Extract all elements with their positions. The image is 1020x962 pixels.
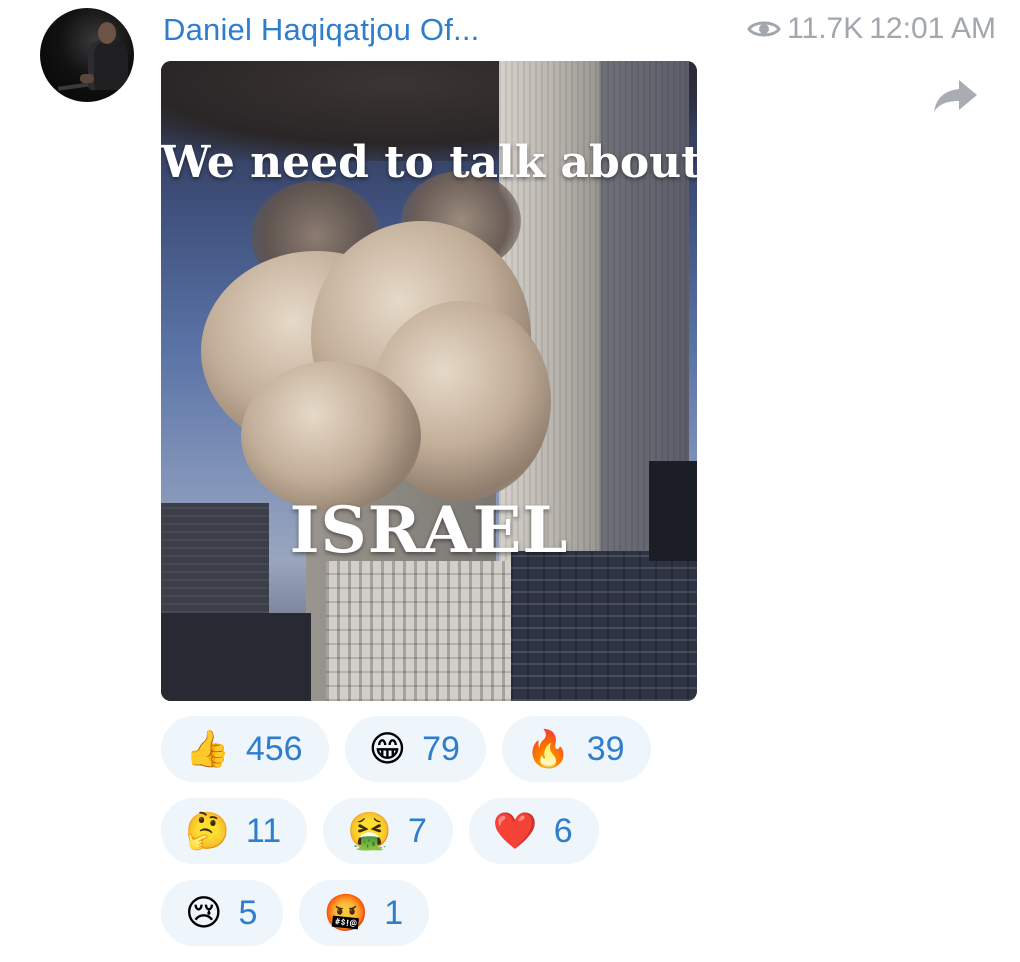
avatar-hand [80,74,94,83]
reaction-count: 79 [422,729,460,768]
sender-name[interactable]: Daniel Haqiqatjou Of... [163,12,480,48]
eye-icon [747,21,781,37]
photo-building [161,613,311,701]
reaction-row: 👍 456 😁 79 🔥 39 [161,716,701,782]
photo-debris-cloud [241,361,421,511]
reaction-count: 1 [384,893,404,932]
reaction-count: 456 [245,729,303,768]
message-photo[interactable]: We need to talk about ISRAEL [161,61,697,701]
channel-avatar[interactable] [40,8,134,102]
reaction-count: 5 [238,893,258,932]
reaction-thinking[interactable]: 🤔 11 [161,798,308,864]
fire-icon: 🔥 [525,728,571,769]
reaction-row: 😢 5 🤬 1 [161,880,701,946]
crying-face-icon: 😢 [185,892,223,933]
reaction-count: 11 [245,811,282,850]
reaction-count: 39 [586,729,625,768]
reaction-heart[interactable]: ❤️ 6 [468,798,599,864]
reaction-count: 6 [553,811,573,850]
avatar-head [98,22,116,44]
message-meta: 11.7K 12:01 AM [747,12,996,46]
cursing-face-icon: 🤬 [323,892,369,933]
photo-building [326,561,516,701]
thumbs-up-icon: 👍 [185,728,230,769]
vomiting-face-icon: 🤮 [347,810,392,851]
reaction-fire[interactable]: 🔥 39 [501,716,651,782]
reaction-cursing[interactable]: 🤬 1 [299,880,430,946]
reaction-vomiting[interactable]: 🤮 7 [323,798,453,864]
thinking-face-icon: 🤔 [185,810,230,851]
reaction-grin[interactable]: 😁 79 [344,716,486,782]
view-count: 11.7K [787,12,864,45]
reaction-thumbs-up[interactable]: 👍 456 [161,716,329,782]
forward-arrow-icon [934,80,977,112]
red-heart-icon: ❤️ [492,810,538,851]
reaction-count: 7 [407,811,427,850]
avatar-figure [88,40,128,90]
message-time: 12:01 AM [869,12,996,45]
photo-building [511,551,697,701]
reactions-panel: 👍 456 😁 79 🔥 39 🤔 11 🤮 7 ❤️ 6 😢 5 🤬 1 [161,716,701,962]
forward-button[interactable] [931,76,981,116]
reaction-crying[interactable]: 😢 5 [161,880,284,946]
reaction-row: 🤔 11 🤮 7 ❤️ 6 [161,798,701,864]
grinning-face-icon: 😁 [368,728,407,769]
photo-caption-top: We need to talk about [161,137,697,188]
photo-caption-bottom: ISRAEL [289,493,569,568]
